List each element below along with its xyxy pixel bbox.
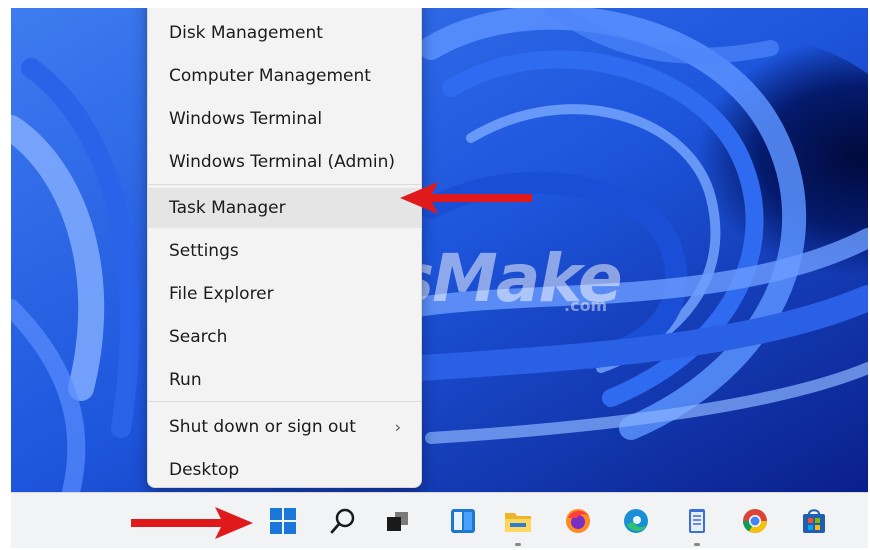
screenshot-frame: TipsMake .com Disk Management Computer M…: [11, 8, 868, 548]
menu-item-label: Search: [169, 327, 228, 347]
red-arrow-pointing-left-icon: [400, 182, 532, 214]
menu-separator: [148, 401, 421, 402]
menu-item-label: Task Manager: [169, 198, 286, 218]
notepad-icon[interactable]: [682, 506, 712, 536]
search-icon[interactable]: [328, 506, 358, 536]
menu-item-file-explorer[interactable]: File Explorer: [148, 274, 421, 314]
menu-item-task-manager[interactable]: Task Manager: [148, 188, 421, 228]
menu-separator: [148, 184, 421, 185]
firefox-icon[interactable]: [563, 506, 593, 536]
menu-item-label: File Explorer: [169, 284, 274, 304]
menu-item-label: Run: [169, 370, 202, 390]
menu-item-computer-management[interactable]: Computer Management: [148, 56, 421, 96]
menu-item-label: Windows Terminal: [169, 109, 323, 129]
menu-item-label: Computer Management: [169, 66, 371, 86]
menu-item-label: Settings: [169, 241, 239, 261]
running-indicator: [515, 543, 521, 546]
menu-item-label: Shut down or sign out: [169, 417, 356, 437]
edge-icon[interactable]: [621, 506, 651, 536]
menu-item-label: Disk Management: [169, 23, 323, 43]
menu-item-desktop[interactable]: Desktop: [148, 450, 421, 490]
menu-item-label: Windows Terminal (Admin): [169, 152, 395, 172]
widgets-icon[interactable]: [448, 506, 478, 536]
watermark-suffix: .com: [564, 296, 608, 315]
menu-item-shut-down-or-sign-out[interactable]: Shut down or sign out ›: [148, 407, 421, 447]
menu-item-windows-terminal-admin[interactable]: Windows Terminal (Admin): [148, 142, 421, 182]
menu-item-label: Desktop: [169, 460, 240, 480]
windows-start-icon[interactable]: [268, 506, 298, 536]
menu-item-windows-terminal[interactable]: Windows Terminal: [148, 99, 421, 139]
quick-link-menu: Disk Management Computer Management Wind…: [147, 8, 422, 488]
file-explorer-icon[interactable]: [503, 506, 533, 536]
menu-item-search[interactable]: Search: [148, 317, 421, 357]
taskbar: [11, 492, 868, 548]
running-indicator: [694, 543, 700, 546]
chrome-icon[interactable]: [740, 506, 770, 536]
task-view-icon[interactable]: [382, 506, 412, 536]
store-icon[interactable]: [799, 506, 829, 536]
menu-item-disk-management[interactable]: Disk Management: [148, 13, 421, 53]
menu-item-run[interactable]: Run: [148, 360, 421, 400]
red-arrow-pointing-right-icon: [131, 507, 253, 539]
chevron-right-icon: ›: [394, 417, 401, 437]
menu-item-settings[interactable]: Settings: [148, 231, 421, 271]
